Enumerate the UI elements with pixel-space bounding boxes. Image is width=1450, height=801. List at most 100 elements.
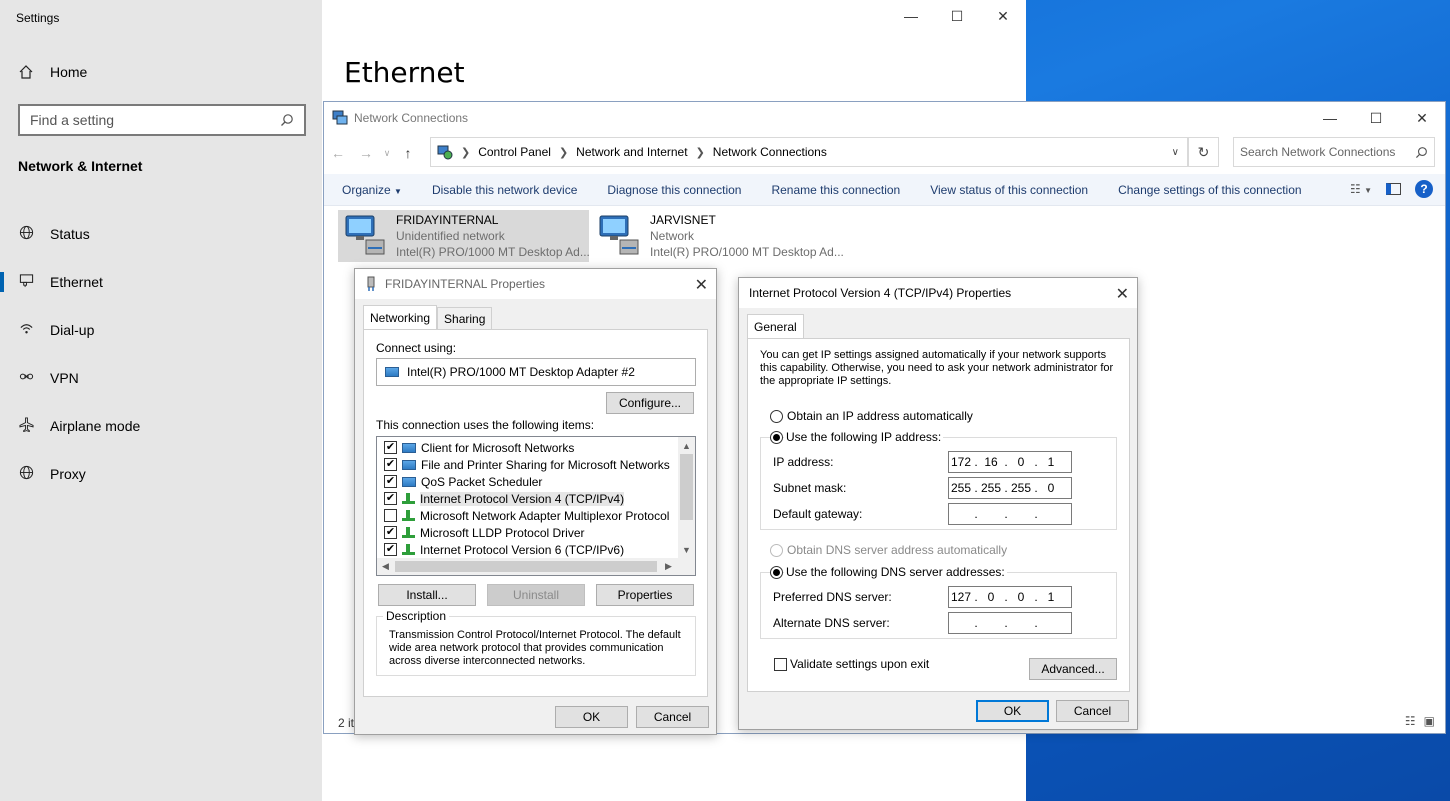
manual-ip-radio[interactable] (770, 431, 783, 444)
recent-dropdown-icon[interactable]: ∨ (380, 148, 394, 159)
nav-item-dialup[interactable]: Dial-up (0, 306, 322, 354)
validate-label[interactable]: Validate settings upon exit (790, 657, 929, 671)
view-status-button[interactable]: View status of this connection (915, 183, 1103, 197)
close-icon[interactable]: ✕ (695, 275, 708, 295)
preferred-dns-field[interactable]: 127. 0. 0. 1 (948, 586, 1072, 608)
nav-item-vpn[interactable]: VPN (0, 354, 322, 402)
checkbox[interactable]: ✔ (384, 492, 397, 505)
list-item[interactable]: ✔ Internet Protocol Version 6 (TCP/IPv6) (377, 541, 695, 558)
auto-ip-label[interactable]: Obtain an IP address automatically (787, 409, 973, 423)
connection-item-jarvisnet[interactable]: JARVISNET Network Intel(R) PRO/1000 MT D… (592, 210, 852, 262)
configure-button[interactable]: Configure... (606, 392, 694, 414)
details-view-icon[interactable]: ☷ (1405, 714, 1416, 728)
list-item[interactable]: ✔ Client for Microsoft Networks (377, 439, 695, 456)
manual-dns-label[interactable]: Use the following DNS server addresses: (784, 565, 1007, 579)
up-arrow-icon[interactable]: ↑ (394, 145, 422, 161)
diagnose-connection-button[interactable]: Diagnose this connection (592, 183, 756, 197)
ip-octet[interactable]: 255 (979, 481, 1003, 495)
minimize-button[interactable]: — (888, 0, 934, 32)
manual-dns-radio[interactable] (770, 566, 783, 579)
ip-octet[interactable]: 255 (1009, 481, 1033, 495)
close-icon[interactable]: ✕ (1116, 284, 1129, 304)
manual-ip-label[interactable]: Use the following IP address: (784, 430, 944, 444)
breadcrumb-network-connections[interactable]: Network Connections (713, 145, 827, 159)
list-item[interactable]: ✔ Microsoft LLDP Protocol Driver (377, 524, 695, 541)
scroll-left-icon[interactable]: ◀ (377, 558, 394, 575)
ip-octet[interactable]: 127 (949, 590, 973, 604)
connection-item-fridayinternal[interactable]: FRIDAYINTERNAL Unidentified network Inte… (338, 210, 590, 262)
ip-address-field[interactable]: 172. 16. 0. 1 (948, 451, 1072, 473)
list-item[interactable]: ✔ QoS Packet Scheduler (377, 473, 695, 490)
tab-general[interactable]: General (747, 314, 804, 338)
scroll-right-icon[interactable]: ▶ (660, 558, 677, 575)
ip-octet[interactable]: 1 (1039, 455, 1063, 469)
properties-button[interactable]: Properties (596, 584, 694, 606)
organize-menu[interactable]: Organize ▼ (324, 183, 417, 197)
ip-octet[interactable]: 0 (1039, 481, 1063, 495)
ip-octet[interactable]: 1 (1039, 590, 1063, 604)
ip-octet[interactable]: 0 (1009, 590, 1033, 604)
horizontal-scrollbar[interactable]: ◀ ▶ (377, 558, 695, 575)
maximize-button[interactable]: ☐ (934, 0, 980, 32)
ip-octet[interactable]: 0 (1009, 455, 1033, 469)
chevron-down-icon[interactable]: ∨ (1172, 147, 1179, 158)
list-item[interactable]: ✔ Internet Protocol Version 4 (TCP/IPv4) (377, 490, 695, 507)
address-bar[interactable]: ❯ Control Panel ❯ Network and Internet ❯… (430, 137, 1188, 167)
rename-connection-button[interactable]: Rename this connection (756, 183, 915, 197)
subnet-mask-field[interactable]: 255. 255. 255. 0 (948, 477, 1072, 499)
advanced-button[interactable]: Advanced... (1029, 658, 1117, 680)
close-button[interactable]: ✕ (980, 0, 1026, 32)
auto-dns-radio[interactable] (770, 544, 783, 557)
minimize-button[interactable]: — (1307, 102, 1353, 134)
large-icons-view-icon[interactable]: ▣ (1424, 714, 1435, 728)
search-network-connections-input[interactable]: Search Network Connections (1233, 137, 1435, 167)
ip-octet[interactable]: 16 (979, 455, 1003, 469)
checkbox[interactable]: ✔ (384, 441, 397, 454)
components-list[interactable]: ✔ Client for Microsoft Networks ✔ File and… (376, 436, 696, 576)
validate-checkbox[interactable] (774, 658, 787, 671)
cancel-button[interactable]: Cancel (636, 706, 709, 728)
scroll-thumb[interactable] (680, 454, 693, 520)
maximize-button[interactable]: ☐ (1353, 102, 1399, 134)
ip-octet[interactable]: 172 (949, 455, 973, 469)
refresh-button[interactable]: ↻ (1188, 137, 1219, 167)
checkbox[interactable] (384, 509, 397, 522)
scroll-down-icon[interactable]: ▼ (678, 541, 695, 558)
nav-item-proxy[interactable]: Proxy (0, 450, 322, 498)
nav-item-ethernet[interactable]: Ethernet (0, 258, 322, 306)
scroll-up-icon[interactable]: ▲ (678, 437, 695, 454)
view-options-icon[interactable]: ☷ ▼ (1350, 182, 1372, 196)
default-gateway-field[interactable]: ... (948, 503, 1072, 525)
checkbox[interactable]: ✔ (384, 475, 397, 488)
home-link[interactable]: Home (18, 64, 87, 80)
scroll-thumb[interactable] (395, 561, 657, 572)
breadcrumb-network-and-internet[interactable]: Network and Internet (576, 145, 687, 159)
preview-pane-icon[interactable] (1386, 183, 1401, 195)
find-setting-input[interactable]: Find a setting (18, 104, 306, 136)
list-item[interactable]: ✔ File and Printer Sharing for Microsoft … (377, 456, 695, 473)
cancel-button[interactable]: Cancel (1056, 700, 1129, 722)
checkbox[interactable]: ✔ (384, 543, 397, 556)
ip-octet[interactable]: 0 (979, 590, 1003, 604)
ip-octet[interactable]: 255 (949, 481, 973, 495)
auto-dns-label[interactable]: Obtain DNS server address automatically (787, 543, 1007, 557)
help-icon[interactable]: ? (1415, 180, 1433, 198)
ok-button[interactable]: OK (555, 706, 628, 728)
auto-ip-radio[interactable] (770, 410, 783, 423)
uninstall-button[interactable]: Uninstall (487, 584, 585, 606)
list-item[interactable]: Microsoft Network Adapter Multiplexor Pr… (377, 507, 695, 524)
checkbox[interactable]: ✔ (384, 526, 397, 539)
tab-networking[interactable]: Networking (363, 305, 438, 329)
alternate-dns-field[interactable]: ... (948, 612, 1072, 634)
nav-item-airplane-mode[interactable]: Airplane mode (0, 402, 322, 450)
install-button[interactable]: Install... (378, 584, 476, 606)
close-button[interactable]: ✕ (1399, 102, 1445, 134)
ok-button[interactable]: OK (976, 700, 1049, 722)
change-settings-button[interactable]: Change settings of this connection (1103, 183, 1316, 197)
disable-device-button[interactable]: Disable this network device (417, 183, 592, 197)
checkbox[interactable]: ✔ (384, 458, 397, 471)
tab-sharing[interactable]: Sharing (437, 307, 493, 329)
forward-arrow-icon[interactable]: → (352, 145, 380, 161)
nav-item-status[interactable]: Status (0, 210, 322, 258)
back-arrow-icon[interactable]: ← (324, 145, 352, 161)
